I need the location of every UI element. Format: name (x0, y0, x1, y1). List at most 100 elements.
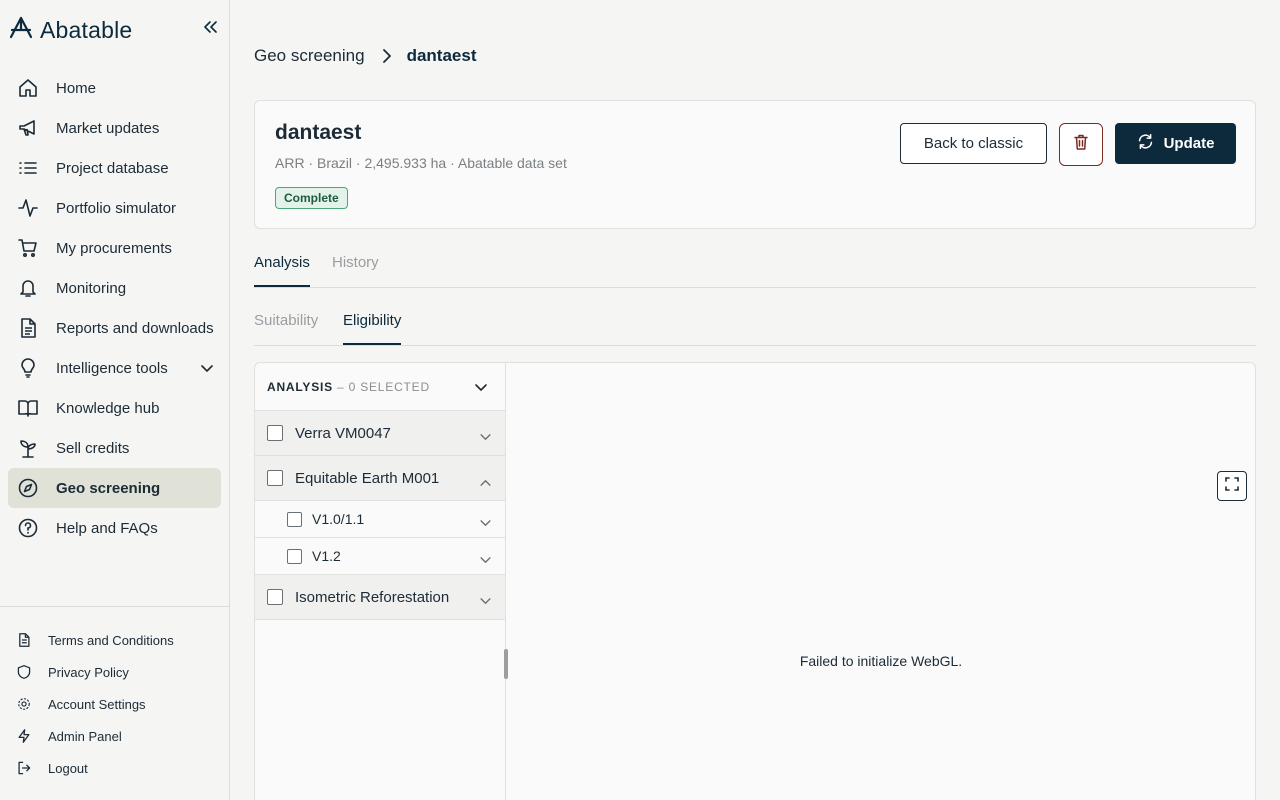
bolt-icon (16, 728, 32, 744)
sidebar-divider (0, 606, 229, 607)
megaphone-icon (16, 116, 40, 140)
shield-icon (16, 664, 32, 680)
sidebar-item-project-database[interactable]: Project database (8, 148, 221, 188)
sidebar-item-market-updates[interactable]: Market updates (8, 108, 221, 148)
back-to-classic-button[interactable]: Back to classic (900, 123, 1047, 164)
analysis-list: ANALYSIS – 0 SELECTED Verra VM0047 Equit… (255, 363, 506, 800)
brand-logo[interactable]: Abatable (8, 14, 132, 46)
checkbox[interactable] (287, 511, 302, 527)
sidebar-item-knowledge-hub[interactable]: Knowledge hub (8, 388, 221, 428)
project-meta: ARR · Brazil · 2,495.933 ha · Abatable d… (275, 155, 567, 171)
sidebar-item-label: Portfolio simulator (56, 199, 177, 217)
sidebar-item-label: Market updates (56, 119, 160, 137)
footer-item-privacy[interactable]: Privacy Policy (8, 656, 221, 688)
double-chevron-left-icon (204, 20, 218, 38)
status-badge: Complete (275, 187, 348, 209)
sidebar-item-label: My procurements (56, 239, 172, 257)
chevron-down-icon (480, 551, 491, 567)
footer-item-label: Terms and Conditions (48, 632, 174, 648)
chevron-down-icon (475, 381, 487, 395)
main-tabs: Analysis History (254, 248, 1256, 288)
footer-nav: Terms and Conditions Privacy Policy Acco… (8, 624, 221, 784)
map-error-message: Failed to initialize WebGL. (799, 653, 963, 669)
sidebar-item-label: Geo screening (56, 479, 161, 497)
analysis-header-title: ANALYSIS (267, 379, 333, 394)
sidebar-item-monitoring[interactable]: Monitoring (8, 268, 221, 308)
sidebar-item-sell-credits[interactable]: Sell credits (8, 428, 221, 468)
checkbox[interactable] (287, 548, 302, 564)
chevron-down-icon (480, 514, 491, 530)
checkbox[interactable] (267, 589, 283, 605)
collapse-sidebar-button[interactable] (200, 18, 222, 40)
update-label: Update (1163, 135, 1215, 152)
sidebar-item-label: Knowledge hub (56, 399, 160, 417)
analysis-list-header[interactable]: ANALYSIS – 0 SELECTED (255, 363, 505, 411)
help-icon (16, 516, 40, 540)
book-icon (16, 396, 40, 420)
sidebar-item-label: Monitoring (56, 279, 127, 297)
sidebar: Abatable Home Market updates Project dat… (0, 0, 230, 800)
document-icon (16, 316, 40, 340)
cart-icon (16, 236, 40, 260)
subtab-eligibility[interactable]: Eligibility (343, 312, 402, 345)
sidebar-item-label: Intelligence tools (56, 359, 168, 377)
analysis-selected-count: – 0 SELECTED (336, 379, 430, 394)
footer-item-admin-panel[interactable]: Admin Panel (8, 720, 221, 752)
gear-icon (16, 696, 32, 712)
update-button[interactable]: Update (1115, 123, 1236, 164)
sprout-icon (16, 436, 40, 460)
sidebar-item-reports-and-downloads[interactable]: Reports and downloads (8, 308, 221, 348)
list-item-verra-vm0047[interactable]: Verra VM0047 (255, 411, 505, 456)
brand-name: Abatable (40, 16, 133, 43)
abatable-logo-icon (8, 15, 34, 46)
chevron-down-icon (480, 592, 491, 609)
chevron-up-icon (480, 473, 491, 490)
logout-icon (16, 760, 32, 776)
sidebar-item-label: Reports and downloads (56, 319, 214, 337)
breadcrumb-parent-link[interactable]: Geo screening (254, 46, 365, 66)
sidebar-item-geo-screening[interactable]: Geo screening (8, 468, 221, 508)
list-item-label: Equitable Earth M001 (295, 469, 440, 487)
list-item-equitable-earth-m001[interactable]: Equitable Earth M001 (255, 456, 505, 501)
list-item-v1-2[interactable]: V1.2 (255, 538, 505, 575)
checkbox[interactable] (267, 470, 283, 486)
analysis-subtabs: Suitability Eligibility (254, 306, 1256, 346)
map-canvas[interactable]: Failed to initialize WebGL. (507, 363, 1255, 800)
checkbox[interactable] (267, 425, 283, 441)
footer-item-label: Admin Panel (48, 728, 122, 744)
list-icon (16, 156, 40, 180)
sidebar-item-intelligence-tools[interactable]: Intelligence tools (8, 348, 221, 388)
tab-history[interactable]: History (332, 254, 379, 285)
sidebar-item-help-and-faqs[interactable]: Help and FAQs (8, 508, 221, 548)
list-item-isometric-reforestation[interactable]: Isometric Reforestation (255, 575, 505, 620)
document-icon (16, 632, 32, 648)
sidebar-item-portfolio-simulator[interactable]: Portfolio simulator (8, 188, 221, 228)
bell-icon (16, 276, 40, 300)
activity-icon (16, 196, 40, 220)
subtab-suitability[interactable]: Suitability (254, 312, 318, 343)
fullscreen-icon (1225, 476, 1239, 496)
list-item-label: V1.0/1.1 (312, 511, 365, 527)
footer-item-logout[interactable]: Logout (8, 752, 221, 784)
project-header-card: dantaest ARR · Brazil · 2,495.933 ha · A… (254, 100, 1256, 229)
sidebar-item-label: Home (56, 79, 97, 97)
chevron-down-icon (480, 428, 491, 445)
footer-item-account-settings[interactable]: Account Settings (8, 688, 221, 720)
trash-icon (1074, 134, 1088, 155)
list-item-v1-0-1-1[interactable]: V1.0/1.1 (255, 501, 505, 538)
footer-item-terms[interactable]: Terms and Conditions (8, 624, 221, 656)
footer-item-label: Logout (48, 760, 88, 776)
sidebar-item-label: Help and FAQs (56, 519, 158, 537)
home-icon (16, 76, 40, 100)
sidebar-item-home[interactable]: Home (8, 68, 221, 108)
footer-item-label: Account Settings (48, 696, 146, 712)
tab-analysis[interactable]: Analysis (254, 254, 310, 287)
sidebar-item-label: Project database (56, 159, 169, 177)
list-item-label: Verra VM0047 (295, 424, 391, 442)
analysis-panel: ANALYSIS – 0 SELECTED Verra VM0047 Equit… (254, 362, 1256, 800)
fullscreen-button[interactable] (1217, 471, 1247, 501)
sidebar-item-my-procurements[interactable]: My procurements (8, 228, 221, 268)
delete-button[interactable] (1059, 123, 1103, 166)
lightbulb-icon (16, 356, 40, 380)
list-item-label: Isometric Reforestation (295, 588, 450, 606)
